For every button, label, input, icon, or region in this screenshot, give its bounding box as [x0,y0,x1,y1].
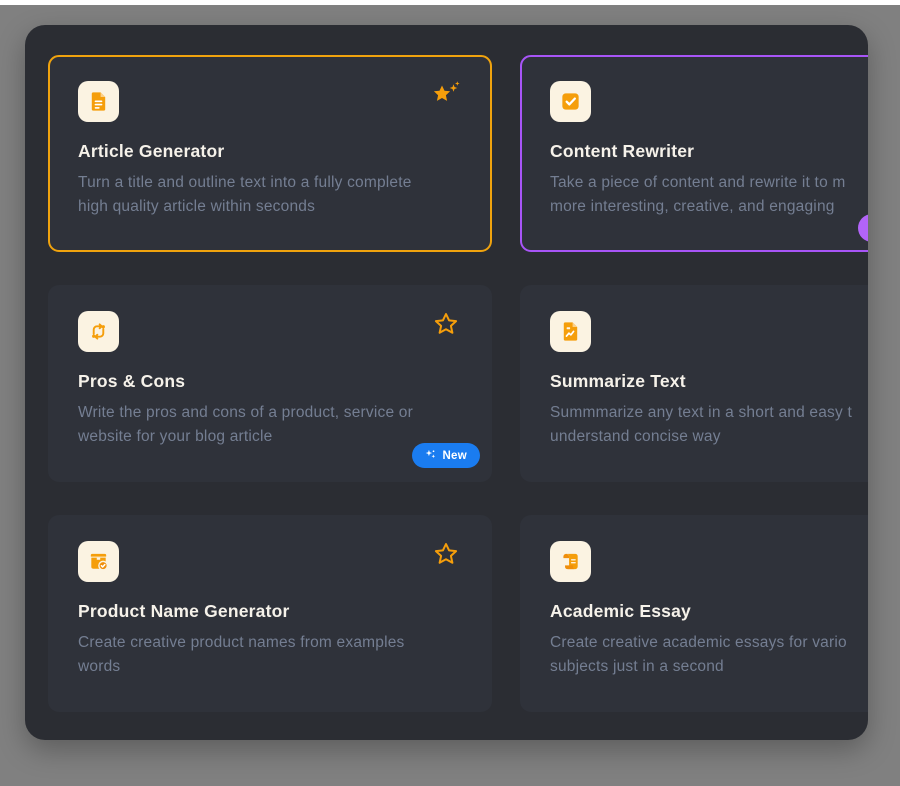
top-white-strip [0,0,900,5]
checkbox-icon [550,81,591,122]
card-description: Take a piece of content and rewrite it t… [550,171,868,219]
card-description: Create creative academic essays for vari… [550,631,868,679]
card-description: Write the pros and cons of a product, se… [78,401,462,449]
card-description-line: Create creative academic essays for vari… [550,631,868,655]
favorite-star-outline-icon[interactable] [432,311,460,337]
card-description: Create creative product names from examp… [78,631,462,679]
card-description-line: Create creative product names from examp… [78,631,462,655]
card-title: Pros & Cons [78,371,462,392]
card-title: Academic Essay [550,601,868,622]
swap-arrows-icon [78,311,119,352]
card-description-line: high quality article within seconds [78,195,462,219]
tools-grid: Article Generator Turn a title and outli… [48,55,868,712]
favorite-star-filled-icon[interactable] [432,81,460,107]
card-description-line: words [78,655,462,679]
card-description-line: Summmarize any text in a short and easy … [550,401,868,425]
card-title: Article Generator [78,141,462,162]
new-badge: New [412,443,480,468]
card-pros-and-cons[interactable]: Pros & Cons Write the pros and cons of a… [48,285,492,482]
package-check-icon [78,541,119,582]
card-description-line: website for your blog article [78,425,462,449]
tools-panel: Article Generator Turn a title and outli… [25,25,868,740]
card-title: Product Name Generator [78,601,462,622]
sparkles-icon [425,449,436,463]
card-product-name-generator[interactable]: Product Name Generator Create creative p… [48,515,492,712]
card-description-line: Take a piece of content and rewrite it t… [550,171,868,195]
card-description-line: Turn a title and outline text into a ful… [78,171,462,195]
card-description: Turn a title and outline text into a ful… [78,171,462,219]
card-article-generator[interactable]: Article Generator Turn a title and outli… [48,55,492,252]
card-description: Summmarize any text in a short and easy … [550,401,868,449]
card-title: Content Rewriter [550,141,868,162]
favorite-star-outline-icon[interactable] [432,541,460,567]
card-description-line: more interesting, creative, and engaging [550,195,868,219]
card-description-line: understand concise way [550,425,868,449]
document-icon [78,81,119,122]
new-badge-label: New [442,450,467,462]
card-academic-essay[interactable]: Academic Essay Create creative academic … [520,515,868,712]
card-title: Summarize Text [550,371,868,392]
card-description-line: subjects just in a second [550,655,868,679]
document-chart-icon [550,311,591,352]
scroll-icon [550,541,591,582]
card-summarize-text[interactable]: Summarize Text Summmarize any text in a … [520,285,868,482]
card-description-line: Write the pros and cons of a product, se… [78,401,462,425]
card-content-rewriter[interactable]: Content Rewriter Take a piece of content… [520,55,868,252]
